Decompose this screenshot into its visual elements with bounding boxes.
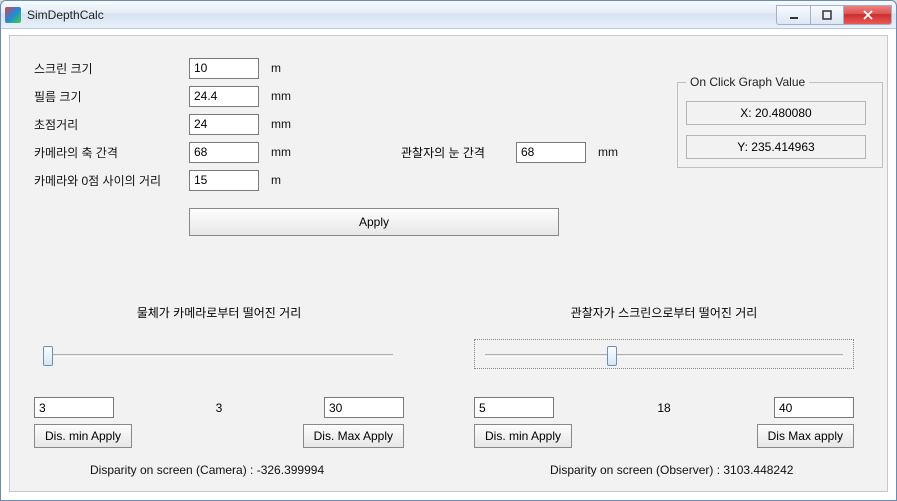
input-observer-min[interactable]: [474, 397, 554, 418]
close-icon: [862, 10, 874, 20]
dis-min-apply-camera[interactable]: Dis. min Apply: [34, 424, 132, 448]
slider-track-line: [485, 354, 843, 357]
client-area: 스크린 크기 m 필름 크기 mm 초점거리 mm 카메라의 축 간격 mm 관…: [9, 35, 888, 492]
unit-mm: mm: [271, 117, 291, 131]
input-film-size[interactable]: [189, 86, 259, 107]
slider-observer[interactable]: [474, 339, 854, 369]
unit-mm: mm: [271, 145, 291, 159]
input-screen-size[interactable]: [189, 58, 259, 79]
label-camera-axis-gap: 카메라의 축 간격: [34, 144, 189, 161]
dis-max-apply-camera[interactable]: Dis. Max Apply: [303, 424, 404, 448]
app-icon: [5, 7, 21, 23]
maximize-button[interactable]: [810, 5, 844, 25]
slider-thumb[interactable]: [43, 346, 53, 366]
maximize-icon: [822, 10, 832, 20]
sliders-area: 물체가 카메라로부터 떨어진 거리 3 Dis. min Apply Dis. …: [34, 304, 863, 448]
label-camera-zero-distance: 카메라와 0점 사이의 거리: [34, 172, 189, 189]
slider-camera[interactable]: [34, 339, 404, 369]
unit-m: m: [271, 173, 281, 187]
input-camera-axis-gap[interactable]: [189, 142, 259, 163]
minimize-button[interactable]: [776, 5, 810, 25]
slider-label-camera: 물체가 카메라로부터 떨어진 거리: [34, 304, 404, 321]
close-button[interactable]: [844, 5, 892, 25]
titlebar[interactable]: SimDepthCalc: [1, 1, 896, 29]
unit-mm: mm: [271, 89, 291, 103]
minimize-icon: [789, 10, 799, 20]
input-observer-eye-gap[interactable]: [516, 142, 586, 163]
app-window: SimDepthCalc 스크린 크기 m 필름 크기 mm 초점거리: [0, 0, 897, 501]
slider-label-observer: 관찰자가 스크린으로부터 떨어진 거리: [474, 304, 854, 321]
dis-max-apply-observer[interactable]: Dis Max apply: [757, 424, 854, 448]
unit-mm: mm: [598, 145, 618, 159]
label-screen-size: 스크린 크기: [34, 60, 189, 77]
slider-observer-value: 18: [554, 401, 774, 415]
label-focal-length: 초점거리: [34, 116, 189, 133]
group-title: On Click Graph Value: [686, 75, 809, 89]
slider-camera-value: 3: [114, 401, 324, 415]
input-observer-max[interactable]: [774, 397, 854, 418]
label-film-size: 필름 크기: [34, 88, 189, 105]
slider-track-line: [45, 354, 393, 357]
window-title: SimDepthCalc: [27, 8, 104, 22]
disparity-observer: Disparity on screen (Observer) : 3103.44…: [550, 463, 793, 477]
slider-col-observer: 관찰자가 스크린으로부터 떨어진 거리 18 Dis. min Apply Di…: [474, 304, 854, 448]
readout-y: Y: 235.414963: [686, 135, 866, 159]
apply-button[interactable]: Apply: [189, 208, 559, 236]
label-observer-eye-gap: 관찰자의 눈 간격: [401, 144, 516, 161]
slider-thumb[interactable]: [607, 346, 617, 366]
input-focal-length[interactable]: [189, 114, 259, 135]
slider-col-camera: 물체가 카메라로부터 떨어진 거리 3 Dis. min Apply Dis. …: [34, 304, 404, 448]
input-camera-max[interactable]: [324, 397, 404, 418]
input-camera-zero-distance[interactable]: [189, 170, 259, 191]
dis-min-apply-observer[interactable]: Dis. min Apply: [474, 424, 572, 448]
disparity-camera: Disparity on screen (Camera) : -326.3999…: [90, 463, 324, 477]
unit-m: m: [271, 61, 281, 75]
readout-x: X: 20.480080: [686, 101, 866, 125]
group-on-click-graph-value: On Click Graph Value X: 20.480080 Y: 235…: [677, 82, 883, 168]
input-camera-min[interactable]: [34, 397, 114, 418]
